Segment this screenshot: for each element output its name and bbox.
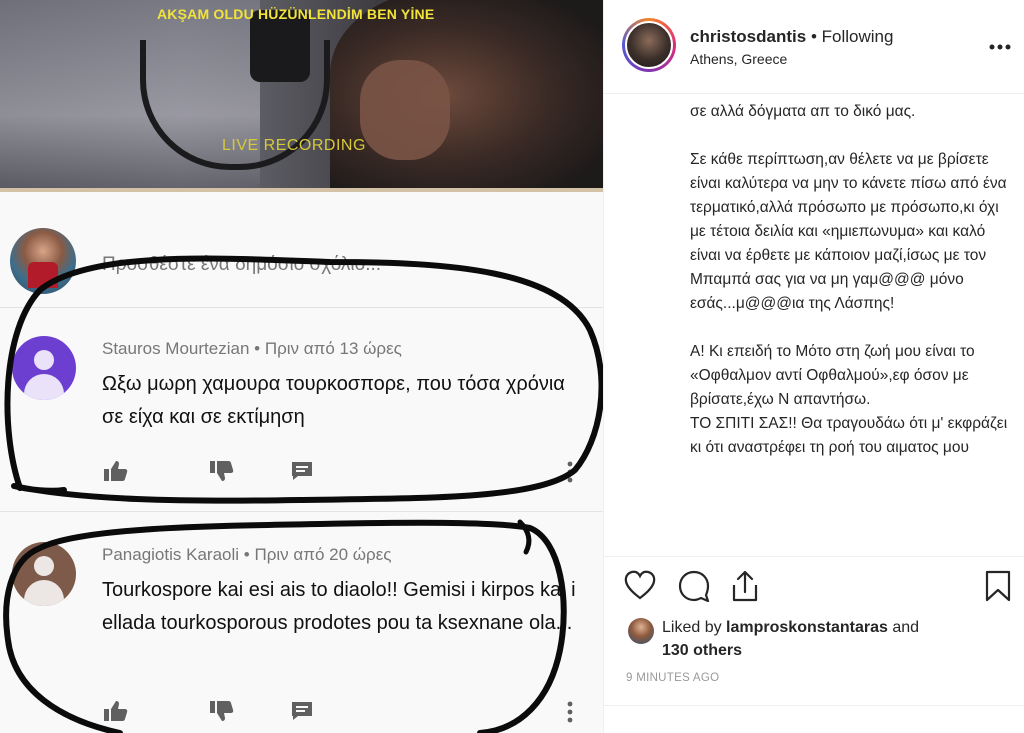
post-actions xyxy=(622,570,1012,606)
liked-by-user[interactable]: lamproskonstantaras xyxy=(726,619,888,636)
caption-paragraph: ΤΟ ΣΠΙΤΙ ΣΑΣ!! Θα τραγουδάω ότι μ' εκφρά… xyxy=(690,415,1008,456)
thumbs-down-icon[interactable] xyxy=(208,460,234,488)
liked-others-link[interactable]: 130 others xyxy=(662,642,742,659)
comment-item: Stauros Mourtezian • Πριν από 13 ώρες Ωξ… xyxy=(0,308,603,512)
liked-by-text: Liked by lamproskonstantaras and 130 oth… xyxy=(662,619,920,659)
divider xyxy=(604,556,1024,557)
thumbs-up-icon[interactable] xyxy=(102,460,128,488)
comment-time: Πριν από 13 ώρες xyxy=(264,339,402,358)
live-recording-label: LIVE RECORDING xyxy=(222,137,366,154)
video-title: AKŞAM OLDU HÜZÜNLENDİM BEN YİNE xyxy=(157,6,435,22)
heart-icon[interactable] xyxy=(624,570,656,600)
comment-item: Panagiotis Karaoli • Πριν από 20 ώρες To… xyxy=(0,512,603,733)
post-username[interactable]: christosdantis xyxy=(690,27,806,46)
bookmark-icon[interactable] xyxy=(984,570,1012,602)
avatar xyxy=(12,336,76,400)
avatar xyxy=(10,228,76,294)
following-label[interactable]: • Following xyxy=(811,27,894,46)
share-icon[interactable] xyxy=(730,570,760,602)
comment-actions xyxy=(102,700,582,726)
post-header: christosdantis • Following Athens, Greec… xyxy=(604,0,1024,94)
post-username-row: christosdantis • Following xyxy=(690,27,893,47)
more-vert-icon[interactable] xyxy=(566,700,574,730)
comment-meta: Panagiotis Karaoli • Πριν από 20 ώρες xyxy=(102,545,392,564)
reply-icon[interactable] xyxy=(290,460,314,488)
thumbs-up-icon[interactable] xyxy=(102,700,128,728)
thumbs-down-icon[interactable] xyxy=(208,700,234,728)
instagram-post-panel: christosdantis • Following Athens, Greec… xyxy=(603,0,1024,733)
comment-time: Πριν από 20 ώρες xyxy=(254,545,392,564)
video-thumbnail[interactable]: AKŞAM OLDU HÜZÜNLENDİM BEN YİNE LIVE REC… xyxy=(0,0,603,192)
comment-text: Ωξω μωρη χαμουρα τουρκοσπορε, που τόσα χ… xyxy=(102,373,565,428)
caption-paragraph: σε αλλά δόγματα απ το δικό μας. xyxy=(690,103,916,120)
avatar[interactable] xyxy=(625,21,673,69)
more-options-icon[interactable] xyxy=(989,30,1011,56)
add-comment-placeholder[interactable]: Προσθέστε ένα δημόσιο σχόλιο... xyxy=(102,254,381,276)
comment-text: Tourkospore kai esi ais to diaolo!! Gemi… xyxy=(102,579,576,634)
comment-icon[interactable] xyxy=(678,570,710,602)
more-vert-icon[interactable] xyxy=(566,460,574,490)
comment-meta: Stauros Mourtezian • Πριν από 13 ώρες xyxy=(102,339,402,358)
comment-author[interactable]: Stauros Mourtezian xyxy=(102,339,249,358)
divider xyxy=(604,705,1024,706)
embedded-comments-screenshot: AKŞAM OLDU HÜZÜNLENDİM BEN YİNE LIVE REC… xyxy=(0,0,603,733)
comment-author[interactable]: Panagiotis Karaoli xyxy=(102,545,239,564)
add-comment-row[interactable]: Προσθέστε ένα δημόσιο σχόλιο... xyxy=(0,192,603,308)
post-timestamp: 9 MINUTES AGO xyxy=(626,672,720,684)
post-caption: σε αλλά δόγματα απ το δικό μας. Σε κάθε … xyxy=(690,100,1010,460)
avatar[interactable] xyxy=(628,618,654,644)
comment-actions xyxy=(102,460,582,486)
post-location[interactable]: Athens, Greece xyxy=(690,51,787,67)
caption-paragraph: Σε κάθε περίπτωση,αν θέλετε να με βρίσετ… xyxy=(690,151,1007,312)
reply-icon[interactable] xyxy=(290,700,314,728)
caption-paragraph: Α! Κι επειδή το Μότο στη ζωή μου είναι τ… xyxy=(690,343,975,408)
avatar xyxy=(12,542,76,606)
